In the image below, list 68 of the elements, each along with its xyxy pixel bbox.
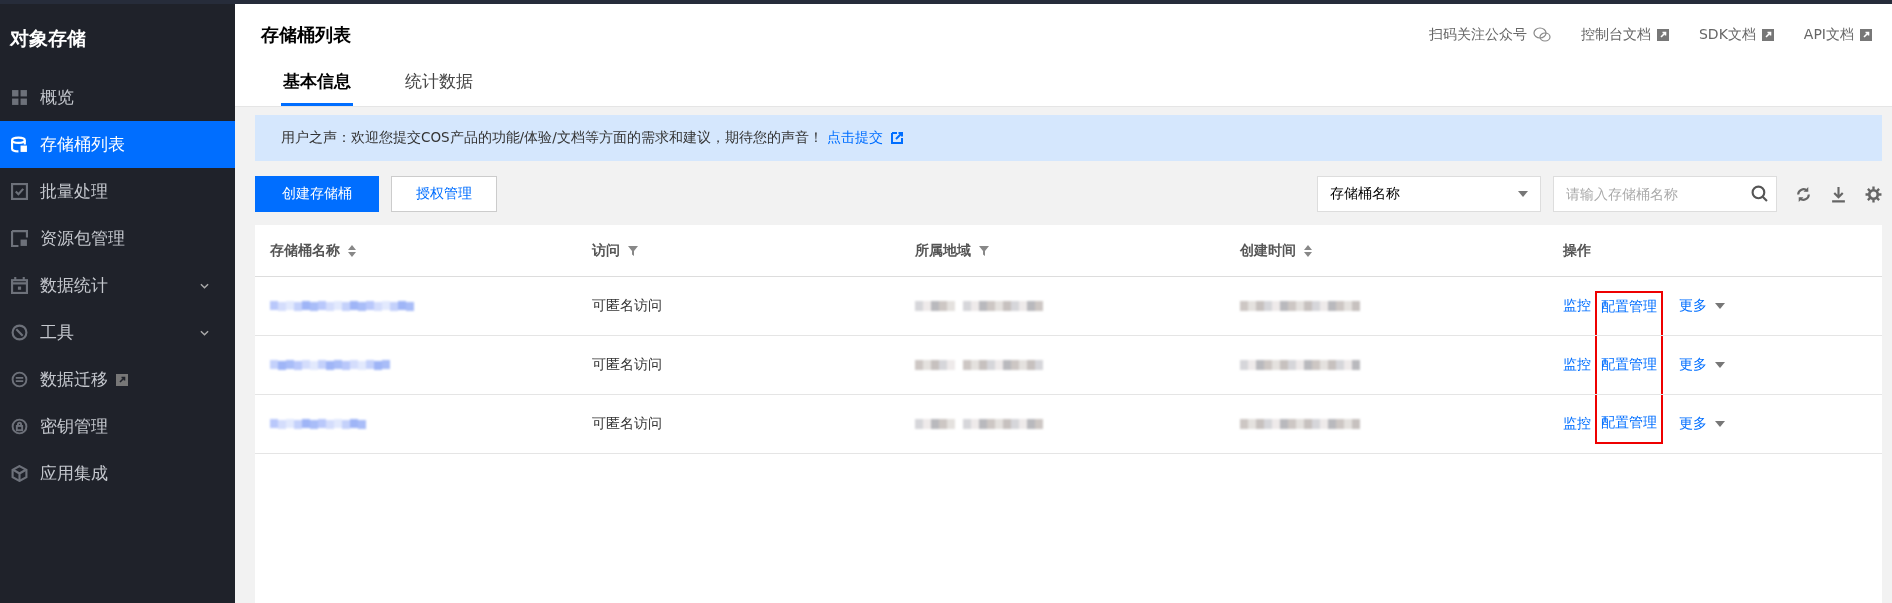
- caret-icon: [1518, 191, 1528, 197]
- sidebar-item[interactable]: 数据统计: [0, 262, 235, 309]
- column-header[interactable]: 操作: [1563, 241, 1591, 260]
- search-field[interactable]: 请输入存储桶名称: [1553, 176, 1777, 212]
- product-title: 对象存储: [8, 26, 87, 51]
- sidebar-item[interactable]: 存储桶列表: [0, 121, 235, 168]
- action-link[interactable]: 监控: [1563, 277, 1591, 335]
- calendar-icon: [11, 277, 28, 294]
- action-link[interactable]: 配置管理: [1595, 336, 1663, 394]
- table-cell: 可匿名访问: [592, 356, 662, 374]
- table-cell: 可匿名访问: [592, 415, 662, 433]
- sidebar-item[interactable]: 应用集成: [0, 450, 235, 497]
- sidebar-item[interactable]: 工具: [0, 309, 235, 356]
- doc-link[interactable]: SDK文档: [1699, 26, 1774, 44]
- action-link[interactable]: 配置管理: [1595, 291, 1663, 335]
- search-icon: [1751, 185, 1768, 202]
- package-icon: [11, 230, 28, 247]
- action-link[interactable]: 监控: [1563, 336, 1591, 394]
- sort-icon[interactable]: [1304, 244, 1312, 257]
- column-header[interactable]: 访问: [592, 241, 638, 260]
- doc-link[interactable]: API文档: [1803, 26, 1872, 44]
- permission-button[interactable]: 授权管理: [391, 176, 497, 212]
- external-link-icon: [1860, 29, 1872, 41]
- filter-icon[interactable]: [979, 245, 989, 256]
- tab[interactable]: 基本信息: [281, 66, 353, 106]
- checklist-icon: [11, 183, 28, 200]
- refresh-icon[interactable]: [1795, 185, 1812, 203]
- caret-icon: [1715, 421, 1725, 427]
- sidebar-item[interactable]: 概览: [0, 74, 235, 121]
- chevron-down-icon: [200, 282, 209, 289]
- filter-dropdown[interactable]: 存储桶名称: [1317, 176, 1541, 212]
- lock-icon: [11, 418, 28, 435]
- caret-icon: [1715, 303, 1725, 309]
- submit-link[interactable]: 点击提交: [826, 129, 883, 147]
- more-dropdown[interactable]: 更多: [1679, 395, 1725, 453]
- external-link-icon: [890, 132, 903, 144]
- sidebar-item[interactable]: 批量处理: [0, 168, 235, 215]
- more-dropdown[interactable]: 更多: [1679, 336, 1725, 394]
- grid-icon: [11, 89, 28, 106]
- sort-icon[interactable]: [348, 244, 356, 257]
- transfer-icon: [11, 371, 28, 388]
- column-header[interactable]: 创建时间: [1240, 241, 1312, 260]
- cube-icon: [11, 465, 28, 482]
- external-link-icon: [1761, 29, 1774, 41]
- chat-bubbles-icon: [1533, 27, 1551, 43]
- doc-link[interactable]: 控制台文档: [1581, 26, 1669, 44]
- sidebar-item[interactable]: 密钥管理: [0, 403, 235, 450]
- page-title: 存储桶列表: [261, 23, 351, 47]
- doc-link[interactable]: 扫码关注公众号: [1429, 26, 1551, 44]
- action-link[interactable]: 配置管理: [1595, 395, 1663, 444]
- tab[interactable]: 统计数据: [403, 66, 475, 106]
- chevron-down-icon: [200, 329, 209, 336]
- sidebar-item[interactable]: 资源包管理: [0, 215, 235, 262]
- create-button[interactable]: 创建存储桶: [255, 176, 379, 212]
- download-icon[interactable]: [1830, 185, 1847, 203]
- action-link[interactable]: 监控: [1563, 395, 1591, 453]
- caret-icon: [1715, 362, 1725, 368]
- sidebar-item[interactable]: 数据迁移: [0, 356, 235, 403]
- more-dropdown[interactable]: 更多: [1679, 277, 1725, 335]
- external-link-icon: [1657, 29, 1669, 41]
- database-icon: [11, 136, 28, 153]
- filter-icon[interactable]: [628, 245, 638, 256]
- column-header[interactable]: 所属地域: [915, 241, 989, 260]
- table-cell: 可匿名访问: [592, 297, 662, 315]
- column-header[interactable]: 存储桶名称: [270, 241, 356, 260]
- notice-text: 用户之声：欢迎您提交COS产品的功能/体验/文档等方面的需求和建议，期待您的声音！: [281, 129, 823, 147]
- external-link-icon: [116, 373, 128, 386]
- settings-icon[interactable]: [1865, 185, 1882, 203]
